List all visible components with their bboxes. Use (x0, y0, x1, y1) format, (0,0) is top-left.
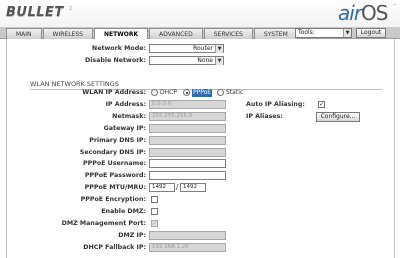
secondary-dns-label: Secondary DNS IP: (79, 149, 146, 156)
radio-static-label: Static (226, 89, 244, 96)
radio-pppoe[interactable] (183, 89, 190, 96)
disable-network-value: None (197, 57, 213, 64)
header: BULLET 2 airOS ™ (0, 0, 400, 27)
chevron-down-icon: ▼ (215, 57, 223, 65)
radio-dhcp-label: DHCP (160, 89, 177, 96)
radio-dhcp[interactable] (151, 89, 158, 96)
ip-address-label: IP Address: (105, 101, 146, 108)
auto-ip-aliasing-label: Auto IP Aliasing: (246, 101, 305, 108)
dmz-management-port-label: DMZ Management Port: (61, 220, 146, 227)
pppoe-encryption-label: PPPoE Encryption: (80, 196, 146, 203)
ip-address-field[interactable]: 0.0.0.0 (149, 100, 226, 109)
radio-pppoe-label: PPPoE (192, 89, 213, 97)
mtu-mru-separator: / (176, 183, 179, 191)
network-mode-value: Router (193, 45, 213, 52)
tools-dropdown-value: Tools: (298, 29, 315, 36)
pppoe-username-field[interactable] (149, 159, 226, 168)
airos-logo-os: OS (361, 1, 388, 25)
disable-network-select[interactable]: None ▼ (149, 56, 224, 65)
primary-dns-label: Primary DNS IP: (89, 137, 146, 144)
bullet-logo: BULLET (6, 5, 64, 20)
tools-dropdown[interactable]: Tools: ▼ (295, 28, 352, 38)
tab-network[interactable]: NETWORK (93, 28, 149, 39)
dmz-management-port-checkbox[interactable]: ✓ (151, 220, 158, 227)
radio-static[interactable] (217, 89, 224, 96)
ip-aliases-label: IP Aliases: (246, 113, 283, 120)
dmz-ip-label: DMZ IP: (118, 232, 146, 239)
airos-trademark: ™ (393, 3, 397, 8)
chevron-down-icon: ▼ (343, 29, 351, 37)
wlan-ip-address-label: WLAN IP Address: (82, 89, 146, 96)
network-mode-select[interactable]: Router ▼ (149, 44, 224, 53)
airos-logo: airOS (338, 1, 389, 25)
dmz-ip-field[interactable] (149, 231, 226, 240)
enable-dmz-checkbox[interactable] (151, 208, 158, 215)
pppoe-password-field[interactable] (149, 171, 226, 180)
secondary-dns-field[interactable] (149, 148, 226, 157)
configure-ip-aliases-button[interactable]: Configure... (316, 112, 360, 122)
pppoe-mru-field[interactable]: 1492 (180, 183, 206, 192)
tab-services[interactable]: SERVICES (203, 28, 253, 39)
tab-wireless[interactable]: WIRELESS (42, 28, 93, 39)
netmask-field[interactable]: 255.255.255.0 (149, 112, 226, 121)
tab-system[interactable]: SYSTEM (253, 28, 298, 39)
primary-dns-field[interactable] (149, 136, 226, 145)
enable-dmz-label: Enable DMZ: (101, 208, 146, 215)
pppoe-mtu-field[interactable]: 1492 (149, 183, 175, 192)
chevron-down-icon: ▼ (215, 45, 223, 53)
airos-logo-air: air (338, 1, 362, 25)
bullet-logo-mark: 2 (69, 6, 73, 12)
gateway-ip-label: Gateway IP: (103, 125, 146, 132)
auto-ip-aliasing-checkbox[interactable]: ✓ (318, 101, 325, 108)
dhcp-fallback-ip-label: DHCP Fallback IP: (83, 244, 146, 251)
network-mode-label: Network Mode: (91, 45, 146, 52)
netmask-label: Netmask: (112, 113, 146, 120)
main-tabs: MAIN WIRELESS NETWORK ADVANCED SERVICES … (6, 28, 299, 39)
tab-advanced[interactable]: ADVANCED (149, 28, 203, 39)
pppoe-password-label: PPPoE Password: (84, 172, 146, 179)
dhcp-fallback-ip-field[interactable]: 192.168.1.20 (149, 243, 226, 252)
gateway-ip-field[interactable] (149, 124, 226, 133)
disable-network-label: Disable Network: (84, 57, 146, 64)
pppoe-encryption-checkbox[interactable] (151, 196, 158, 203)
tab-main[interactable]: MAIN (6, 28, 42, 39)
pppoe-username-label: PPPoE Username: (83, 160, 146, 167)
pppoe-mtu-mru-label: PPPoE MTU/MRU: (84, 184, 146, 191)
logout-button[interactable]: Logout (356, 28, 386, 38)
